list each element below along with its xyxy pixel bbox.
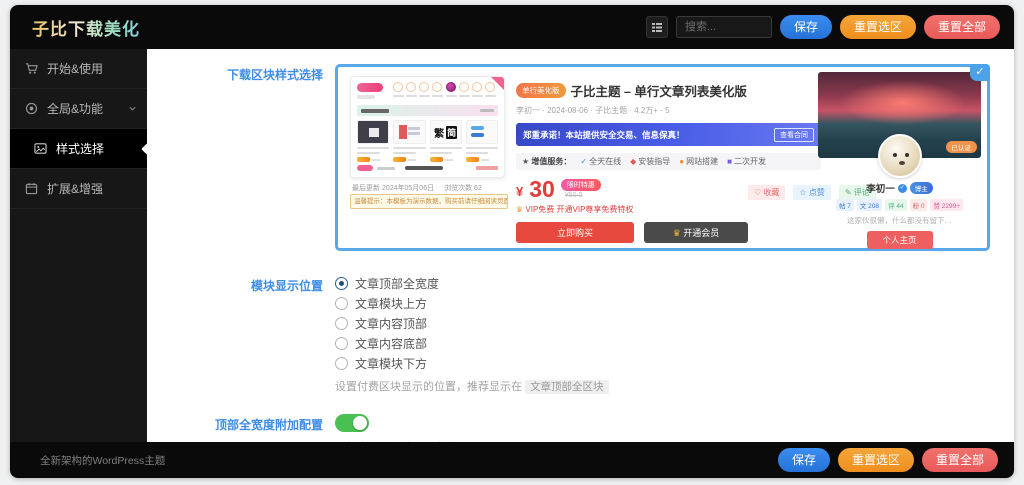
sidebar: 开始&使用 全局&功能 样式选择 [10,49,147,442]
author-card: 已认证 李初一 ✓ 博主 帖 7 文 208 评 44 粉 0 [818,72,981,249]
globe-icon [25,102,38,115]
author-stats: 帖 7 文 208 评 44 粉 0 赞 2299+ [818,199,981,211]
product-badge: 单行美化版 [516,83,566,98]
sidebar-item-label: 开始&使用 [47,60,103,77]
calendar-icon [25,182,38,195]
mini-nav-icons [393,82,496,97]
selected-check-icon: ✓ [970,64,990,81]
service-tag: 安装指导 [630,156,670,167]
services-label: 增值服务： [522,156,571,167]
screenshot-meta: 最后更新 2024年05月06日浏览次数 62 [352,183,482,193]
radio-option-below-module[interactable]: 文章模块下方 [335,355,1014,371]
style-option-card[interactable]: ✓ [335,64,990,251]
footer-save-button[interactable]: 保存 [778,448,830,472]
buy-now-button[interactable]: 立即购买 [516,222,634,243]
mini-section-bar [357,105,498,116]
verified-check-icon: ✓ [898,184,907,193]
reset-section-button[interactable]: 重置选区 [840,15,916,39]
page-title: 子比下载美化 [32,15,140,40]
sidebar-item-style[interactable]: 样式选择 [10,129,147,169]
author-role-badge: 博主 [910,182,933,194]
stat-chip: 赞 2299+ [930,199,963,211]
sidebar-item-global[interactable]: 全局&功能 [10,89,147,129]
radio-icon [335,317,348,330]
radio-checked-icon [335,277,348,290]
main-content: 下载区块样式选择 ✓ [147,49,1014,442]
position-section-label: 模块显示位置 [147,275,335,294]
footer-reset-all-button[interactable]: 重置全部 [922,448,998,472]
stat-chip: 文 208 [857,199,882,211]
contract-button[interactable]: 查看合同 [774,128,814,142]
radio-icon [335,337,348,350]
favorite-tag[interactable]: 收藏 [748,185,785,200]
sidebar-item-label: 全局&功能 [47,100,103,117]
app-header: 子比下载美化 保存 重置选区 重置全部 [10,5,1014,49]
theme-mini-screenshot: 繁 简 [350,76,505,178]
price-value: 30 [529,178,555,201]
radio-icon [335,357,348,370]
search-input[interactable] [676,16,772,38]
mini-logo-sub [357,95,375,99]
sidebar-item-start[interactable]: 开始&使用 [10,49,147,89]
image-icon [34,142,47,155]
radio-icon [335,297,348,310]
promise-banner: 郑重承诺！本站提供安全交易、信息保真！ 查看合同 [516,123,821,146]
sidebar-item-extend[interactable]: 扩展&增强 [10,169,147,209]
vip-line: VIP免费 开通VIP尊享免费特权 [516,204,821,215]
footer-text: 全新架构的WordPress主题 [40,453,165,468]
mini-footer-row [357,165,498,171]
radio-option-above-module[interactable]: 文章模块上方 [335,295,1014,311]
footer-reset-section-button[interactable]: 重置选区 [838,448,914,472]
author-signature: 这家伙很懒，什么都没有留下… [818,215,981,226]
toggle-section: 顶部全宽度附加配置 顶部全区块跟随页面宽度 [147,414,1014,442]
sidebar-item-label: 扩展&增强 [47,180,103,197]
menu-toggle-button[interactable] [646,16,668,38]
recommended-value-chip: 文章顶部全区块 [525,380,609,394]
save-button[interactable]: 保存 [780,15,832,39]
header-actions: 保存 重置选区 重置全部 [646,15,1000,39]
price-badge: 限时特惠 [561,179,601,191]
mini-article-cards: 繁 简 [357,120,498,162]
author-avatar[interactable] [878,134,922,178]
mini-logo [357,83,383,92]
fan-glyph: 繁 [434,125,444,140]
app-window: 子比下载美化 保存 重置选区 重置全部 开始&使用 [10,5,1014,478]
author-name: 李初一 [866,181,895,195]
product-meta: 李初一 · 2024-08-06 · 子比主题 · 4.2万+ · 5 [516,105,821,116]
list-icon [651,21,663,33]
verified-cover-badge: 已认证 [946,141,978,153]
notice-bar: 温馨提示：本模板为演示数据，购买前请仔细阅读页面说明！ [350,194,508,209]
original-price: ¥50.0 [561,192,601,199]
radio-option-content-top[interactable]: 文章内容顶部 [335,315,1014,331]
stat-chip: 评 44 [885,199,907,211]
promise-text: 郑重承诺！本站提供安全交易、信息保真！ [523,129,685,141]
stat-chip: 帖 7 [836,199,854,211]
service-tag: 二次开发 [727,156,766,167]
sidebar-item-label: 样式选择 [56,140,104,157]
cart-icon [25,62,38,75]
mini-corner-ribbon [491,77,504,90]
author-home-button[interactable]: 个人主页 [867,231,933,249]
currency-symbol: ¥ [516,184,523,199]
fullwidth-toggle[interactable] [335,414,369,432]
stat-chip: 粉 0 [910,199,928,211]
open-member-button[interactable]: 开通会员 [644,222,748,243]
style-section-label: 下载区块样式选择 [147,64,335,83]
jian-glyph: 简 [446,126,457,139]
toggle-section-label: 顶部全宽度附加配置 [147,414,335,433]
reset-all-button[interactable]: 重置全部 [924,15,1000,39]
app-footer: 全新架构的WordPress主题 保存 重置选区 重置全部 [10,442,1014,478]
service-tag: 网站搭建 [679,156,718,167]
radio-option-top-fullwidth[interactable]: 文章顶部全宽度 [335,275,1014,291]
service-tag: 全天在线 [580,156,621,167]
chevron-down-icon [128,104,137,113]
radio-option-content-bottom[interactable]: 文章内容底部 [335,335,1014,351]
product-title: 子比主题 – 单行文章列表美化版 [571,81,747,100]
style-section: 下载区块样式选择 ✓ [147,64,1014,251]
toggle-knob [353,416,367,430]
position-helper-text: 设置付费区块显示的位置，推荐显示在 文章顶部全区块 [335,378,1014,394]
services-row: 增值服务： 全天在线 安装指导 网站搭建 二次开发 [516,153,821,170]
position-section: 模块显示位置 文章顶部全宽度 文章模块上方 文章内容顶部 文章内容底部 [147,275,1014,394]
product-info: 单行美化版 子比主题 – 单行文章列表美化版 李初一 · 2024-08-06 … [516,81,821,243]
